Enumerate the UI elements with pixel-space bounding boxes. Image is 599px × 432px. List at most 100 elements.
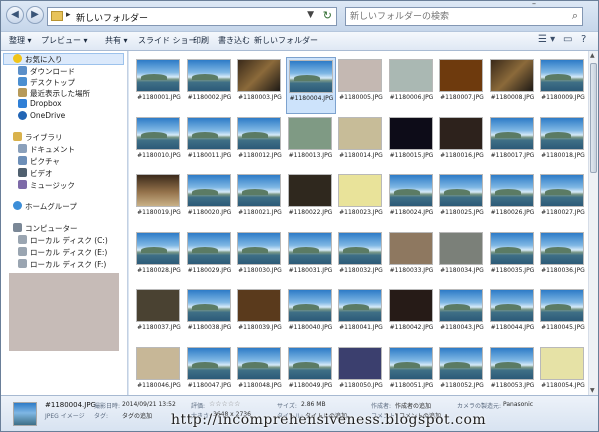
print-button[interactable]: 印刷	[193, 35, 209, 46]
file-name: #1180050.JPG	[339, 381, 383, 389]
nav-item-videos[interactable]: ビデオ	[1, 167, 126, 179]
file-name: #1180006.JPG	[389, 94, 434, 101]
file-name: #1180027.JPG	[541, 209, 585, 216]
nav-item-drive-f[interactable]: ローカル ディスク (F:)	[1, 258, 126, 270]
file-item[interactable]: #1180012.JPG	[235, 115, 285, 172]
back-button[interactable]: ◀	[6, 6, 24, 24]
vertical-scrollbar[interactable]: ▲ ▼	[588, 51, 598, 395]
file-item[interactable]: #1180015.JPG	[387, 115, 437, 172]
nav-item-libraries[interactable]: ライブラリ	[1, 131, 126, 143]
organize-button[interactable]: 整理 ▾	[9, 35, 32, 46]
refresh-icon[interactable]: ↻	[323, 9, 332, 22]
nav-item-onedrive[interactable]: OneDrive	[1, 110, 126, 122]
file-item[interactable]: #1180001.JPG	[134, 57, 184, 114]
file-item[interactable]: #1180042.JPG	[387, 287, 437, 344]
nav-item-favorites[interactable]: お気に入り	[1, 53, 126, 65]
file-item[interactable]: #1180047.JPG	[185, 345, 235, 396]
scroll-up-icon[interactable]: ▲	[590, 52, 595, 59]
file-item[interactable]: #1180009.JPG	[538, 57, 588, 114]
file-item[interactable]: #1180040.JPG	[286, 287, 336, 344]
file-item[interactable]: #1180013.JPG	[286, 115, 336, 172]
file-item[interactable]: #1180033.JPG	[387, 230, 437, 287]
file-item[interactable]: #1180021.JPG	[235, 172, 285, 229]
search-box[interactable]: ⌕	[345, 7, 583, 26]
file-item[interactable]: #1180020.JPG	[185, 172, 235, 229]
file-item[interactable]: #1180005.JPG	[336, 57, 386, 114]
file-item[interactable]: #1180041.JPG	[336, 287, 386, 344]
file-item[interactable]: #1180003.JPG	[235, 57, 285, 114]
nav-item-documents[interactable]: ドキュメント	[1, 143, 126, 155]
file-item[interactable]: #1180052.JPG	[437, 345, 487, 396]
file-item[interactable]: #1180006.JPG	[387, 57, 437, 114]
address-bar[interactable]: ▸ 新しいフォルダー ▼ ↻	[47, 7, 337, 26]
preview-pane-icon[interactable]: ▭	[563, 34, 572, 45]
file-item[interactable]: #1180018.JPG	[538, 115, 588, 172]
file-item[interactable]: #1180028.JPG	[134, 230, 184, 287]
file-item[interactable]: #1180044.JPG	[488, 287, 538, 344]
nav-item-homegroup[interactable]: ホームグループ	[1, 200, 126, 212]
file-item[interactable]: #1180030.JPG	[235, 230, 285, 287]
videos-icon	[18, 168, 27, 177]
file-item[interactable]: #1180045.JPG	[538, 287, 588, 344]
file-item[interactable]: #1180019.JPG	[134, 172, 184, 229]
tags-value[interactable]: タグの追加	[122, 411, 152, 420]
share-button[interactable]: 共有 ▾	[105, 35, 128, 46]
file-item[interactable]: #1180004.JPG	[285, 57, 336, 114]
file-item[interactable]: #1180027.JPG	[538, 172, 588, 229]
scroll-down-icon[interactable]: ▼	[590, 387, 595, 394]
file-item[interactable]: #1180035.JPG	[488, 230, 538, 287]
author-value[interactable]: 作成者の追加	[395, 401, 431, 410]
file-item[interactable]: #1180008.JPG	[488, 57, 538, 114]
file-item[interactable]: #1180054.JPG	[538, 345, 588, 396]
file-item[interactable]: #1180046.JPG	[134, 345, 184, 396]
drive-icon	[18, 235, 27, 244]
nav-item-drive-e[interactable]: ローカル ディスク (E:)	[1, 246, 126, 258]
nav-item-pictures[interactable]: ピクチャ	[1, 155, 126, 167]
file-thumbnail	[287, 116, 332, 150]
file-item[interactable]: #1180011.JPG	[185, 115, 235, 172]
burn-button[interactable]: 書き込む	[218, 35, 250, 46]
file-item[interactable]: #1180032.JPG	[336, 230, 386, 287]
file-item[interactable]: #1180014.JPG	[336, 115, 386, 172]
breadcrumb-current-folder[interactable]: 新しいフォルダー	[76, 11, 148, 24]
rating-stars[interactable]: ☆☆☆☆☆	[209, 400, 240, 408]
file-item[interactable]: #1180016.JPG	[437, 115, 487, 172]
file-item[interactable]: #1180024.JPG	[387, 172, 437, 229]
file-item[interactable]: #1180026.JPG	[488, 172, 538, 229]
file-item[interactable]: #1180017.JPG	[488, 115, 538, 172]
nav-item-music[interactable]: ミュージック	[1, 179, 126, 191]
file-item[interactable]: #1180022.JPG	[286, 172, 336, 229]
view-options-icon[interactable]: ☰ ▾	[538, 34, 555, 45]
file-item[interactable]: #1180039.JPG	[235, 287, 285, 344]
file-item[interactable]: #1180043.JPG	[437, 287, 487, 344]
forward-button[interactable]: ▶	[26, 6, 44, 24]
file-item[interactable]: #1180048.JPG	[235, 345, 285, 396]
file-item[interactable]: #1180050.JPG	[336, 345, 386, 396]
preview-button[interactable]: プレビュー ▾	[41, 35, 88, 46]
file-item[interactable]: #1180010.JPG	[134, 115, 184, 172]
file-item[interactable]: #1180053.JPG	[488, 345, 538, 396]
file-item[interactable]: #1180002.JPG	[185, 57, 235, 114]
new-folder-button[interactable]: 新しいフォルダー	[254, 35, 318, 46]
search-input[interactable]	[350, 10, 555, 24]
address-dropdown-icon[interactable]: ▼	[307, 10, 314, 20]
file-item[interactable]: #1180036.JPG	[538, 230, 588, 287]
file-item[interactable]: #1180025.JPG	[437, 172, 487, 229]
file-item[interactable]: #1180034.JPG	[437, 230, 487, 287]
file-item[interactable]: #1180007.JPG	[437, 57, 487, 114]
slideshow-button[interactable]: スライド ショー	[138, 35, 197, 46]
scrollbar-thumb[interactable]	[590, 63, 597, 173]
nav-item-computer[interactable]: コンピューター	[1, 222, 126, 234]
file-item[interactable]: #1180051.JPG	[387, 345, 437, 396]
file-item[interactable]: #1180037.JPG	[134, 287, 184, 344]
file-item[interactable]: #1180029.JPG	[185, 230, 235, 287]
nav-item-dropbox[interactable]: Dropbox	[1, 98, 126, 110]
file-item[interactable]: #1180031.JPG	[286, 230, 336, 287]
minimize-button[interactable]: –	[532, 0, 536, 8]
file-item[interactable]: #1180038.JPG	[185, 287, 235, 344]
breadcrumb-separator-icon[interactable]: ▸	[66, 10, 71, 20]
file-item[interactable]: #1180049.JPG	[286, 345, 336, 396]
file-item[interactable]: #1180023.JPG	[336, 172, 386, 229]
help-icon[interactable]: ?	[581, 34, 586, 45]
nav-item-drive-c[interactable]: ローカル ディスク (C:)	[1, 234, 126, 246]
